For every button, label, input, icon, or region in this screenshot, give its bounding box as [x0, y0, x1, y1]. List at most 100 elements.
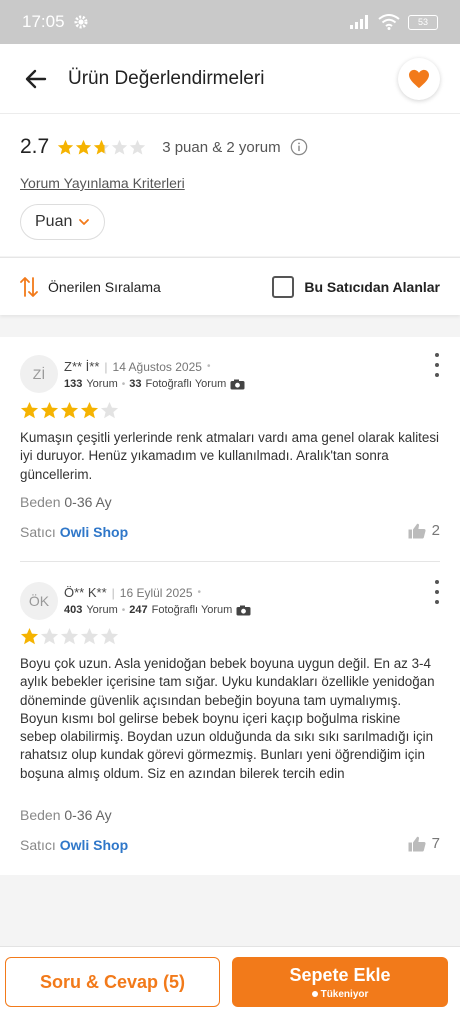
- average-rating: 2.7: [20, 135, 50, 158]
- review-card: ÖK Ö** K** | 16 Eylül 2025 • 403 Yorum •…: [0, 562, 460, 875]
- star-icon: [60, 627, 79, 645]
- star-icon: [80, 627, 99, 645]
- review-rating-stars: [20, 627, 119, 646]
- star-icon: [76, 139, 92, 154]
- sort-label: Önerilen Sıralama: [48, 278, 161, 295]
- star-icon: [60, 401, 79, 419]
- size-info: Beden 0-36 Ay: [20, 494, 112, 510]
- reviewer-photo-count: 247: [129, 604, 148, 616]
- star-icon: [40, 401, 59, 419]
- star-icon: [100, 401, 119, 419]
- star-icon: [40, 627, 59, 645]
- stock-status: Tükeniyor: [311, 989, 368, 1000]
- gear-icon: [74, 15, 88, 29]
- add-to-cart-button[interactable]: Sepete Ekle Tükeniyor: [232, 957, 448, 1007]
- like-count: 2: [431, 522, 440, 539]
- star-icon: [100, 627, 119, 645]
- reviewer-line: Ö** K** | 16 Eylül 2025 •: [64, 585, 201, 600]
- sort-arrows-icon: [20, 276, 38, 297]
- more-options-button[interactable]: [432, 353, 442, 377]
- thumbs-up-icon: [408, 836, 426, 851]
- like-count: 7: [431, 835, 440, 852]
- reviewer-stats: 403 Yorum • 247 Fotoğraflı Yorum: [64, 604, 251, 616]
- sort-button[interactable]: Önerilen Sıralama: [20, 276, 161, 298]
- bottom-action-bar: Soru & Cevap (5) Sepete Ekle Tükeniyor: [0, 946, 460, 1024]
- size-label: Beden: [20, 807, 61, 823]
- top-app-bar: Ürün Değerlendirmeleri: [0, 44, 460, 114]
- reviewer-photo-label: Fotoğraflı Yorum: [151, 604, 233, 616]
- favorite-button[interactable]: [398, 58, 440, 100]
- dot-separator: •: [197, 587, 202, 598]
- star-icon: [20, 627, 39, 645]
- checkbox[interactable]: [272, 275, 295, 298]
- seller-name-link[interactable]: Owli Shop: [60, 837, 128, 853]
- rating-filter-dropdown[interactable]: Puan: [20, 204, 106, 240]
- back-button[interactable]: [20, 63, 52, 95]
- review-date: 16 Eylül 2025: [119, 585, 193, 600]
- star-icon: [80, 401, 99, 419]
- more-options-button[interactable]: [432, 580, 442, 604]
- reviewer-review-label: Yorum: [86, 378, 118, 390]
- arrow-left-icon: [25, 69, 47, 88]
- dot-separator: •: [206, 361, 211, 372]
- seller-info: Satıcı Owli Shop: [20, 837, 128, 853]
- rating-counts: 3 puan & 2 yorum: [162, 138, 281, 156]
- reviewer-name: Ö** K**: [64, 585, 107, 600]
- seller-label: Satıcı: [20, 837, 56, 853]
- reviewer-review-label: Yorum: [86, 604, 118, 616]
- questions-answers-button[interactable]: Soru & Cevap (5): [5, 957, 220, 1007]
- reviewer-review-count: 403: [64, 604, 83, 616]
- size-value: 0-36 Ay: [64, 807, 112, 823]
- reviewer-review-count: 133: [64, 378, 83, 390]
- sort-filter-bar: Önerilen Sıralama Bu Satıcıdan Alanlar: [0, 257, 460, 315]
- seller-name-link[interactable]: Owli Shop: [60, 524, 128, 540]
- rating-summary: 2.7 3 puan & 2 yorum Yorum Yayınlama Kri…: [0, 114, 460, 256]
- star-icon: [94, 139, 110, 154]
- star-icon: [58, 139, 74, 154]
- reviewer-line: Z** İ** | 14 Ağustos 2025 •: [64, 359, 210, 374]
- review-card: Zİ Z** İ** | 14 Ağustos 2025 • 133 Yorum…: [0, 337, 460, 561]
- wifi-icon: [378, 14, 400, 30]
- chevron-down-icon: [79, 219, 90, 225]
- review-text: Boyu çok uzun. Asla yenidoğan bebek boyu…: [20, 656, 435, 781]
- review-date: 14 Ağustos 2025: [112, 359, 202, 374]
- size-info: Beden 0-36 Ay: [20, 807, 112, 823]
- reviewer-stats: 133 Yorum • 33 Fotoğraflı Yorum: [64, 378, 245, 390]
- dot-separator: •: [121, 604, 126, 616]
- review-rating-stars: [20, 401, 119, 420]
- size-label: Beden: [20, 494, 61, 510]
- status-time: 17:05: [22, 12, 65, 31]
- review-criteria-link[interactable]: Yorum Yayınlama Kriterleri: [20, 175, 185, 191]
- heart-icon: [409, 69, 429, 89]
- reviewer-photo-count: 33: [129, 378, 142, 390]
- separator: |: [111, 585, 115, 600]
- add-to-cart-label: Sepete Ekle: [289, 964, 391, 985]
- info-icon[interactable]: [290, 138, 308, 156]
- page-title: Ürün Değerlendirmeleri: [68, 67, 265, 89]
- star-icon: [20, 401, 39, 419]
- dot-separator: •: [121, 378, 126, 390]
- seller-info: Satıcı Owli Shop: [20, 524, 128, 540]
- star-icon: [130, 139, 146, 154]
- signal-icon: [350, 15, 368, 29]
- star-icon: [112, 139, 128, 154]
- size-value: 0-36 Ay: [64, 494, 112, 510]
- average-rating-stars: [57, 139, 146, 156]
- rating-filter-label: Puan: [35, 213, 73, 230]
- like-button[interactable]: 2: [408, 522, 440, 539]
- review-text: Kumaşın çeşitli yerlerinde renk atmaları…: [20, 430, 440, 482]
- seller-filter-label: Bu Satıcıdan Alanlar: [304, 278, 440, 295]
- reviewer-name: Z** İ**: [64, 359, 100, 374]
- avatar: Zİ: [20, 355, 58, 393]
- seller-filter-checkbox[interactable]: Bu Satıcıdan Alanlar: [272, 275, 440, 298]
- battery-icon: 53: [408, 14, 438, 30]
- separator: |: [104, 359, 108, 374]
- camera-icon: [236, 605, 251, 615]
- seller-label: Satıcı: [20, 524, 56, 540]
- thumbs-up-icon: [408, 523, 426, 538]
- status-bar: 17:05 53: [0, 0, 460, 44]
- status-dot-icon: [311, 991, 318, 997]
- like-button[interactable]: 7: [408, 835, 440, 852]
- avatar: ÖK: [20, 582, 58, 620]
- review-list: Zİ Z** İ** | 14 Ağustos 2025 • 133 Yorum…: [0, 337, 460, 875]
